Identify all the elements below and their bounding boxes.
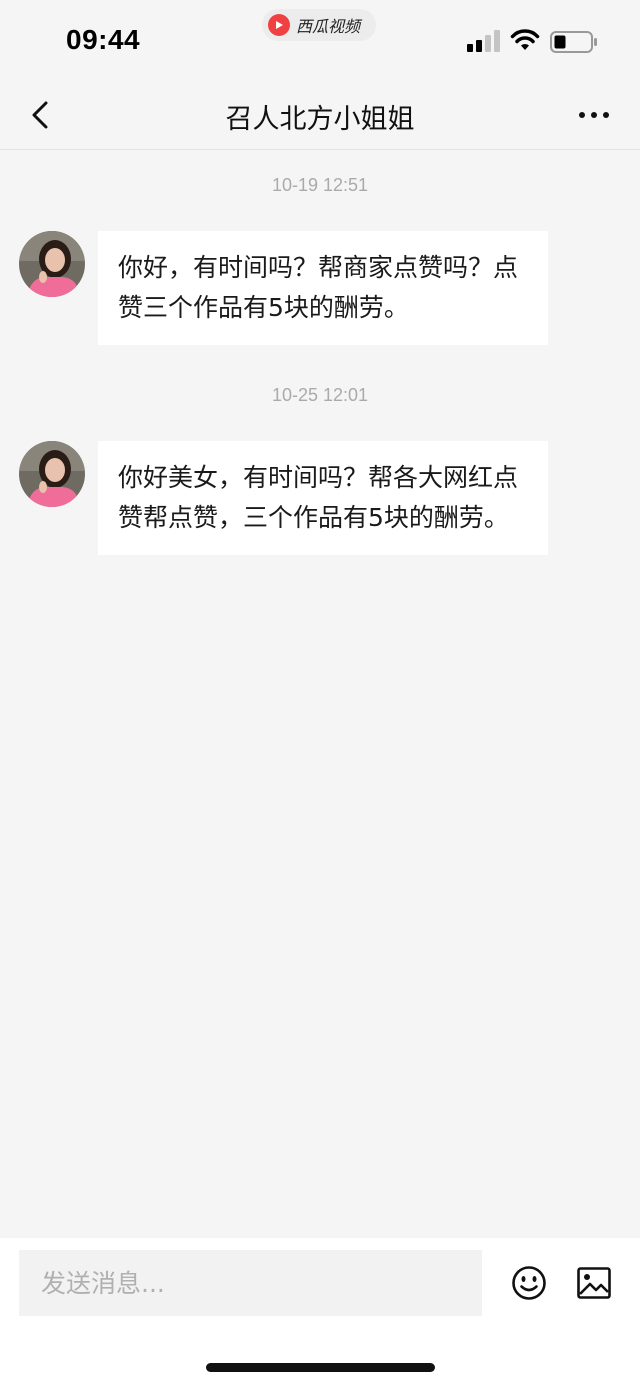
- emoji-icon[interactable]: [511, 1265, 547, 1301]
- nav-bar: 召人北方小姐姐: [0, 80, 640, 150]
- message-timestamp: 10-25 12:01: [271, 385, 369, 405]
- wifi-icon: [510, 29, 540, 50]
- message-composer: [0, 1238, 640, 1385]
- battery-icon: [550, 31, 597, 53]
- message-bubble: 你好，有时间吗？帮商家点赞吗？点赞三个作品有5块的酬劳。: [98, 231, 548, 345]
- chat-title: 召人北方小姐姐: [225, 104, 415, 135]
- app-return-pill[interactable]: 西瓜视频: [262, 9, 376, 41]
- avatar[interactable]: [19, 441, 85, 507]
- more-dots-icon[interactable]: [578, 110, 610, 120]
- image-icon[interactable]: [577, 1267, 611, 1299]
- status-bar: 09:44 西瓜视频: [0, 0, 640, 80]
- home-indicator[interactable]: [206, 1363, 435, 1372]
- message-input[interactable]: [19, 1250, 482, 1316]
- app-name: 西瓜视频: [296, 17, 361, 36]
- avatar[interactable]: [19, 231, 85, 297]
- message-bubble: 你好美女，有时间吗？帮各大网红点赞帮点赞，三个作品有5块的酬劳。: [98, 441, 548, 555]
- xigua-logo-icon: [268, 14, 290, 36]
- cellular-signal-icon: [467, 30, 500, 52]
- status-time: 09:44: [66, 24, 141, 55]
- message-timestamp: 10-19 12:51: [271, 175, 369, 195]
